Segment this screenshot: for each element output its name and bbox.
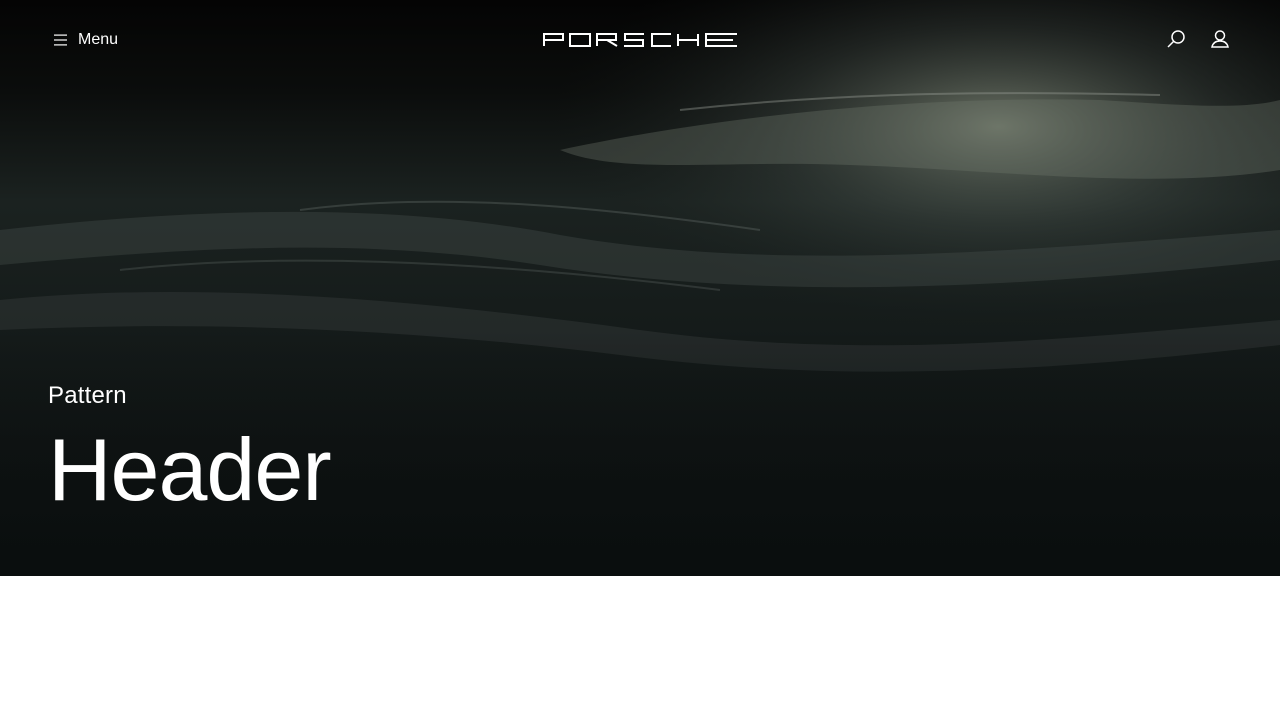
porsche-logo[interactable] xyxy=(543,33,738,47)
menu-button[interactable]: Menu xyxy=(48,27,124,53)
hero-eyebrow: Pattern xyxy=(48,382,127,409)
page-title: Header xyxy=(48,420,332,519)
menu-label: Menu xyxy=(78,31,119,48)
hero-section: Menu Pattern Header xyxy=(0,0,1280,576)
search-button[interactable] xyxy=(1164,28,1188,52)
site-header: Menu xyxy=(0,0,1280,80)
hamburger-icon xyxy=(54,34,68,46)
search-icon xyxy=(1166,29,1186,52)
header-actions xyxy=(1164,28,1232,52)
hero-heading: Pattern Header xyxy=(48,380,332,520)
account-button[interactable] xyxy=(1208,28,1232,52)
user-icon xyxy=(1210,29,1230,52)
